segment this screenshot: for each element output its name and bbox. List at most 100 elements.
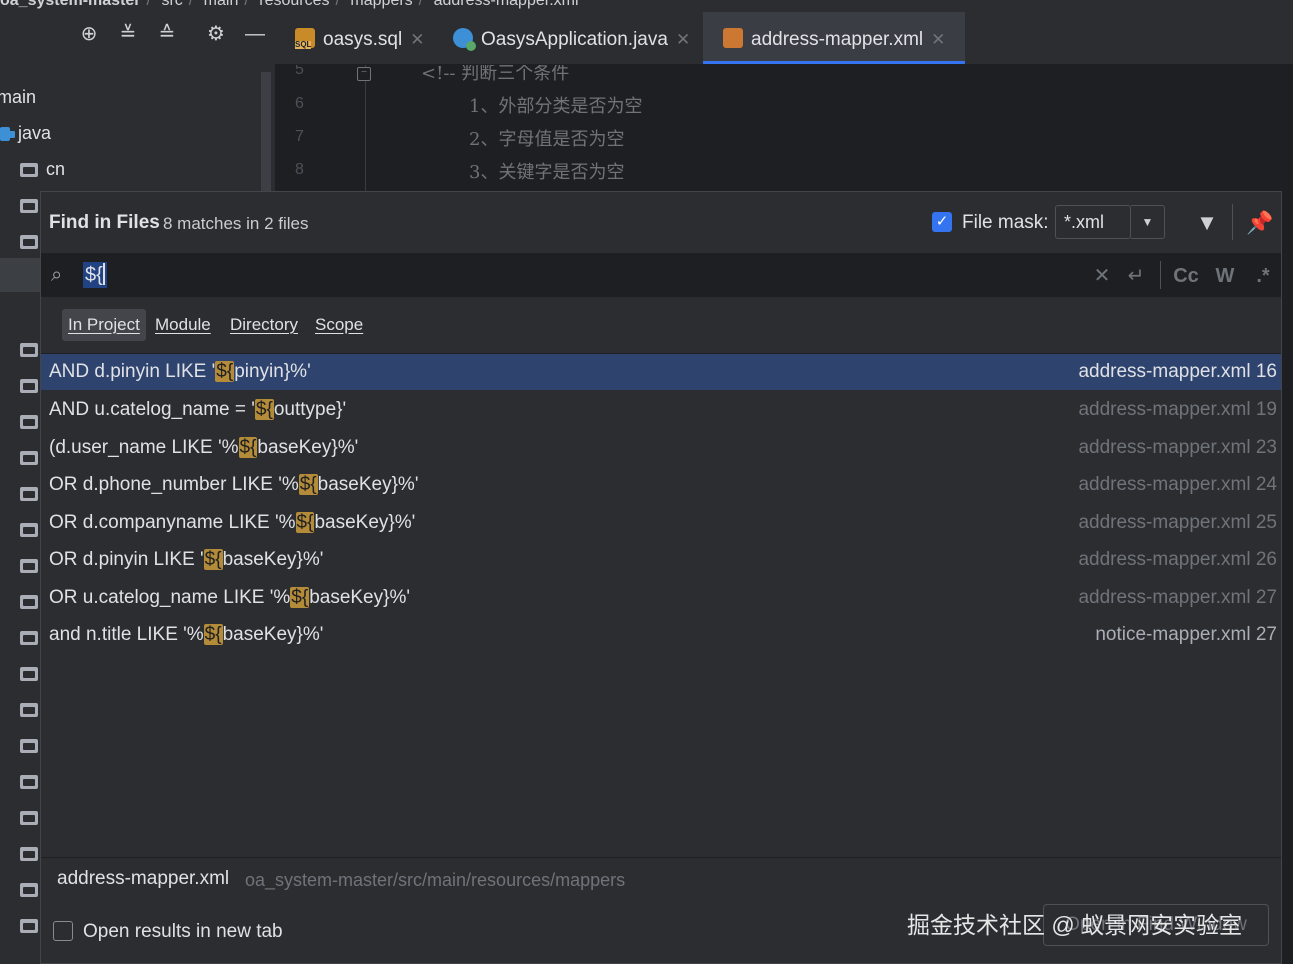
result-text: OR d.companyname LIKE '%${baseKey}%' [49, 512, 416, 533]
locate-icon[interactable]: ⊕ [77, 22, 101, 46]
editor-edge [1282, 191, 1293, 964]
folder-icon [20, 559, 38, 574]
search-input[interactable]: ${ [83, 262, 107, 288]
tab-label: address-mapper.xml [751, 29, 924, 50]
gear-icon[interactable]: ⚙ [204, 22, 228, 46]
fold-icon[interactable]: − [357, 67, 371, 81]
result-row[interactable]: OR d.companyname LIKE '%${baseKey}%' add… [41, 505, 1281, 541]
folder-icon [20, 343, 38, 358]
close-icon[interactable]: ✕ [676, 30, 690, 49]
scope-selector: In Project Module Directory Scope [41, 297, 1281, 354]
result-location: address-mapper.xml 16 [1078, 361, 1277, 382]
tree-item-cn[interactable]: cn [20, 154, 65, 184]
hide-icon[interactable]: — [243, 22, 267, 46]
collapse-all-icon[interactable]: ≙ [155, 22, 179, 46]
file-mask-input[interactable]: *.xml [1055, 205, 1131, 239]
open-new-tab-checkbox[interactable] [53, 921, 73, 941]
folder-icon [20, 379, 38, 394]
result-location: address-mapper.xml 23 [1078, 437, 1277, 458]
code-editor[interactable]: 5 6 7 8 − <!-- 判断三个条件 1、外部分类是否为空 2、字母值是否… [275, 65, 1293, 192]
tree-item-selected[interactable] [0, 258, 40, 292]
expand-all-icon[interactable]: ≚ [116, 22, 140, 46]
result-location: address-mapper.xml 24 [1078, 474, 1277, 495]
result-location: address-mapper.xml 25 [1078, 512, 1277, 533]
open-new-tab-label: Open results in new tab [83, 921, 283, 942]
breadcrumb-src[interactable]: src [161, 0, 182, 9]
breadcrumb-resources[interactable]: resources [259, 0, 329, 9]
result-text: and n.title LIKE '%${baseKey}%' [49, 624, 324, 645]
scope-module[interactable]: Module [149, 309, 217, 341]
breadcrumb-project[interactable]: oa_system-master [0, 0, 141, 9]
tab-oasys-application[interactable]: OasysApplication.java ✕ [453, 12, 690, 64]
tree-item-label: java [18, 123, 52, 143]
line-number: 8 [295, 161, 304, 178]
toolbar-divider [1232, 204, 1233, 240]
result-text: OR d.pinyin LIKE '${baseKey}%' [49, 549, 324, 570]
match-case-toggle[interactable]: Cc [1171, 263, 1201, 289]
whole-words-toggle[interactable]: W [1213, 263, 1237, 289]
breadcrumb-file[interactable]: address-mapper.xml [434, 0, 579, 9]
breadcrumb: oa_system-master / src / main / resources / … [0, 0, 1293, 12]
folder-icon [20, 451, 38, 466]
line-number: 5 [295, 65, 304, 78]
filter-icon[interactable]: ▼ [1194, 210, 1220, 236]
code-line: 3、关键字是否为空 [469, 162, 625, 183]
file-mask-checkbox[interactable]: ✓ [932, 212, 952, 232]
result-text: (d.user_name LIKE '%${baseKey}%' [49, 437, 359, 458]
result-row[interactable]: AND u.catelog_name = '${outtype}' addres… [41, 392, 1281, 428]
search-icon[interactable]: ⌕ [51, 263, 75, 287]
tab-label: OasysApplication.java [481, 29, 668, 50]
folder-icon [20, 847, 38, 862]
close-icon[interactable]: ✕ [410, 30, 424, 49]
code-line: 1、外部分类是否为空 [469, 96, 643, 117]
code-line: 2、字母值是否为空 [469, 129, 625, 150]
result-row[interactable]: and n.title LIKE '%${baseKey}%' notice-m… [41, 617, 1281, 653]
editor-tabs: oasys.sql ✕ OasysApplication.java ✕ addres… [275, 12, 1293, 65]
result-row[interactable]: AND d.pinyin LIKE '${pinyin}%' address-m… [41, 354, 1281, 390]
preview-divider [41, 857, 1281, 858]
match-count: 8 matches in 2 files [163, 214, 309, 233]
tab-oasys-sql[interactable]: oasys.sql ✕ [295, 12, 424, 64]
clear-icon[interactable]: ✕ [1091, 263, 1113, 289]
java-class-icon [453, 28, 476, 51]
folder-icon [20, 235, 38, 250]
tree-item-label: main [0, 87, 37, 107]
search-field[interactable]: ⌕ ${ ✕ ↵ Cc W .* [41, 253, 1281, 297]
result-row[interactable]: OR d.phone_number LIKE '%${baseKey}%' ad… [41, 467, 1281, 503]
chevron-down-icon[interactable]: ▼ [1131, 205, 1165, 239]
result-text: AND d.pinyin LIKE '${pinyin}%' [49, 361, 311, 382]
folder-icon [20, 883, 38, 898]
results-list: AND d.pinyin LIKE '${pinyin}%' address-m… [41, 354, 1281, 656]
result-row[interactable]: OR u.catelog_name LIKE '%${baseKey}%' ad… [41, 580, 1281, 616]
folder-icon [20, 487, 38, 502]
result-location: address-mapper.xml 19 [1078, 399, 1277, 420]
preview-file-name: address-mapper.xml [57, 868, 230, 889]
new-line-icon[interactable]: ↵ [1124, 263, 1148, 289]
folder-icon [20, 775, 38, 790]
project-toolbar: ⊕ ≚ ≙ ⚙ — [0, 12, 275, 62]
breadcrumb-mappers[interactable]: mappers [350, 0, 412, 9]
scope-in-project[interactable]: In Project [62, 309, 146, 341]
folder-blue-icon [0, 127, 15, 142]
breadcrumb-main[interactable]: main [204, 0, 239, 9]
folder-icon [20, 631, 38, 646]
scope-scope[interactable]: Scope [309, 309, 369, 341]
line-number: 6 [295, 95, 304, 112]
tree-item-main[interactable]: main [0, 82, 36, 112]
code-line: <!-- 判断三个条件 [421, 65, 570, 84]
line-number: 7 [295, 128, 304, 145]
tree-item-label: cn [46, 159, 66, 179]
regex-toggle[interactable]: .* [1251, 263, 1275, 289]
scope-directory[interactable]: Directory [224, 309, 304, 341]
pin-icon[interactable]: 📌 [1246, 210, 1273, 236]
find-in-files-dialog: Find in Files 8 matches in 2 files ✓ Fil… [40, 191, 1282, 964]
result-row[interactable]: (d.user_name LIKE '%${baseKey}%' address… [41, 430, 1281, 466]
search-divider [1160, 261, 1161, 289]
close-icon[interactable]: ✕ [931, 30, 945, 49]
tab-address-mapper[interactable]: address-mapper.xml ✕ [703, 12, 965, 64]
folder-icon [20, 199, 38, 214]
result-row[interactable]: OR d.pinyin LIKE '${baseKey}%' address-m… [41, 542, 1281, 578]
xml-file-icon [723, 28, 743, 48]
dialog-title: Find in Files [49, 212, 160, 233]
tree-item-java[interactable]: java [0, 118, 51, 148]
